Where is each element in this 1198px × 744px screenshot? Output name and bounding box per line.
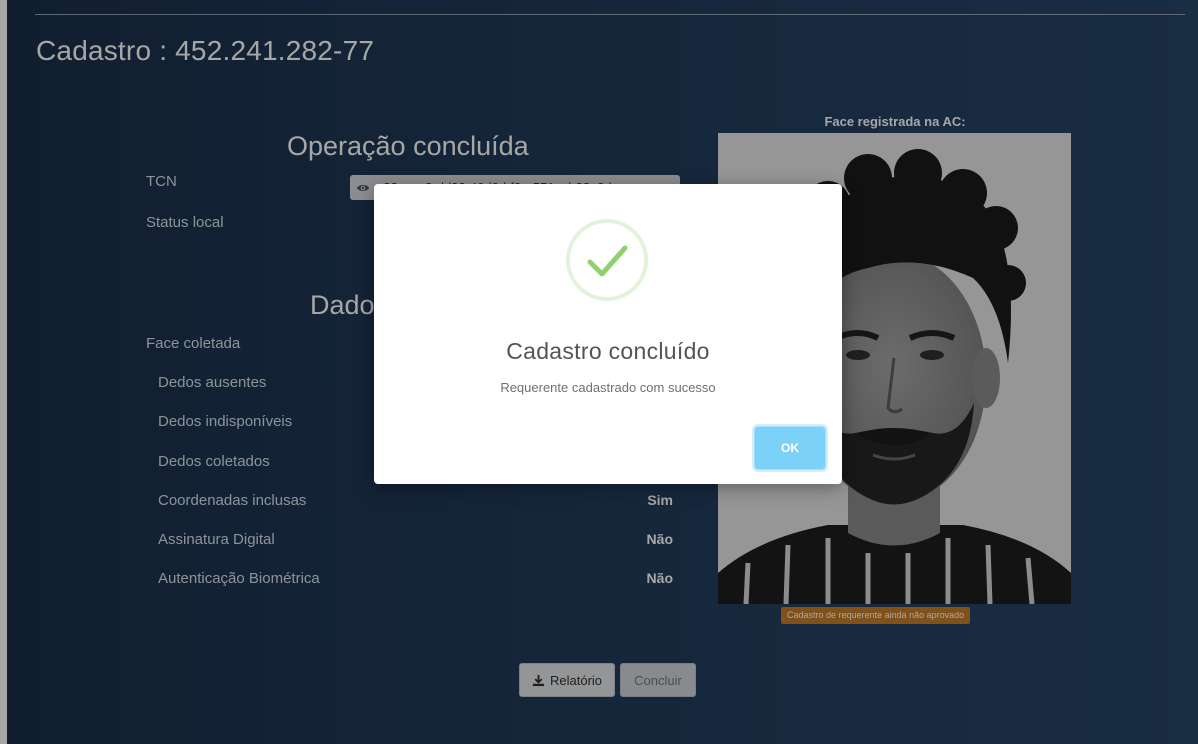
ok-button[interactable]: OK — [754, 426, 826, 470]
modal-title: Cadastro concluído — [506, 338, 710, 364]
modal-message: Requerente cadastrado com sucesso — [500, 380, 716, 395]
success-check-icon — [566, 219, 648, 301]
success-modal: Cadastro concluído Requerente cadastrado… — [374, 184, 842, 484]
